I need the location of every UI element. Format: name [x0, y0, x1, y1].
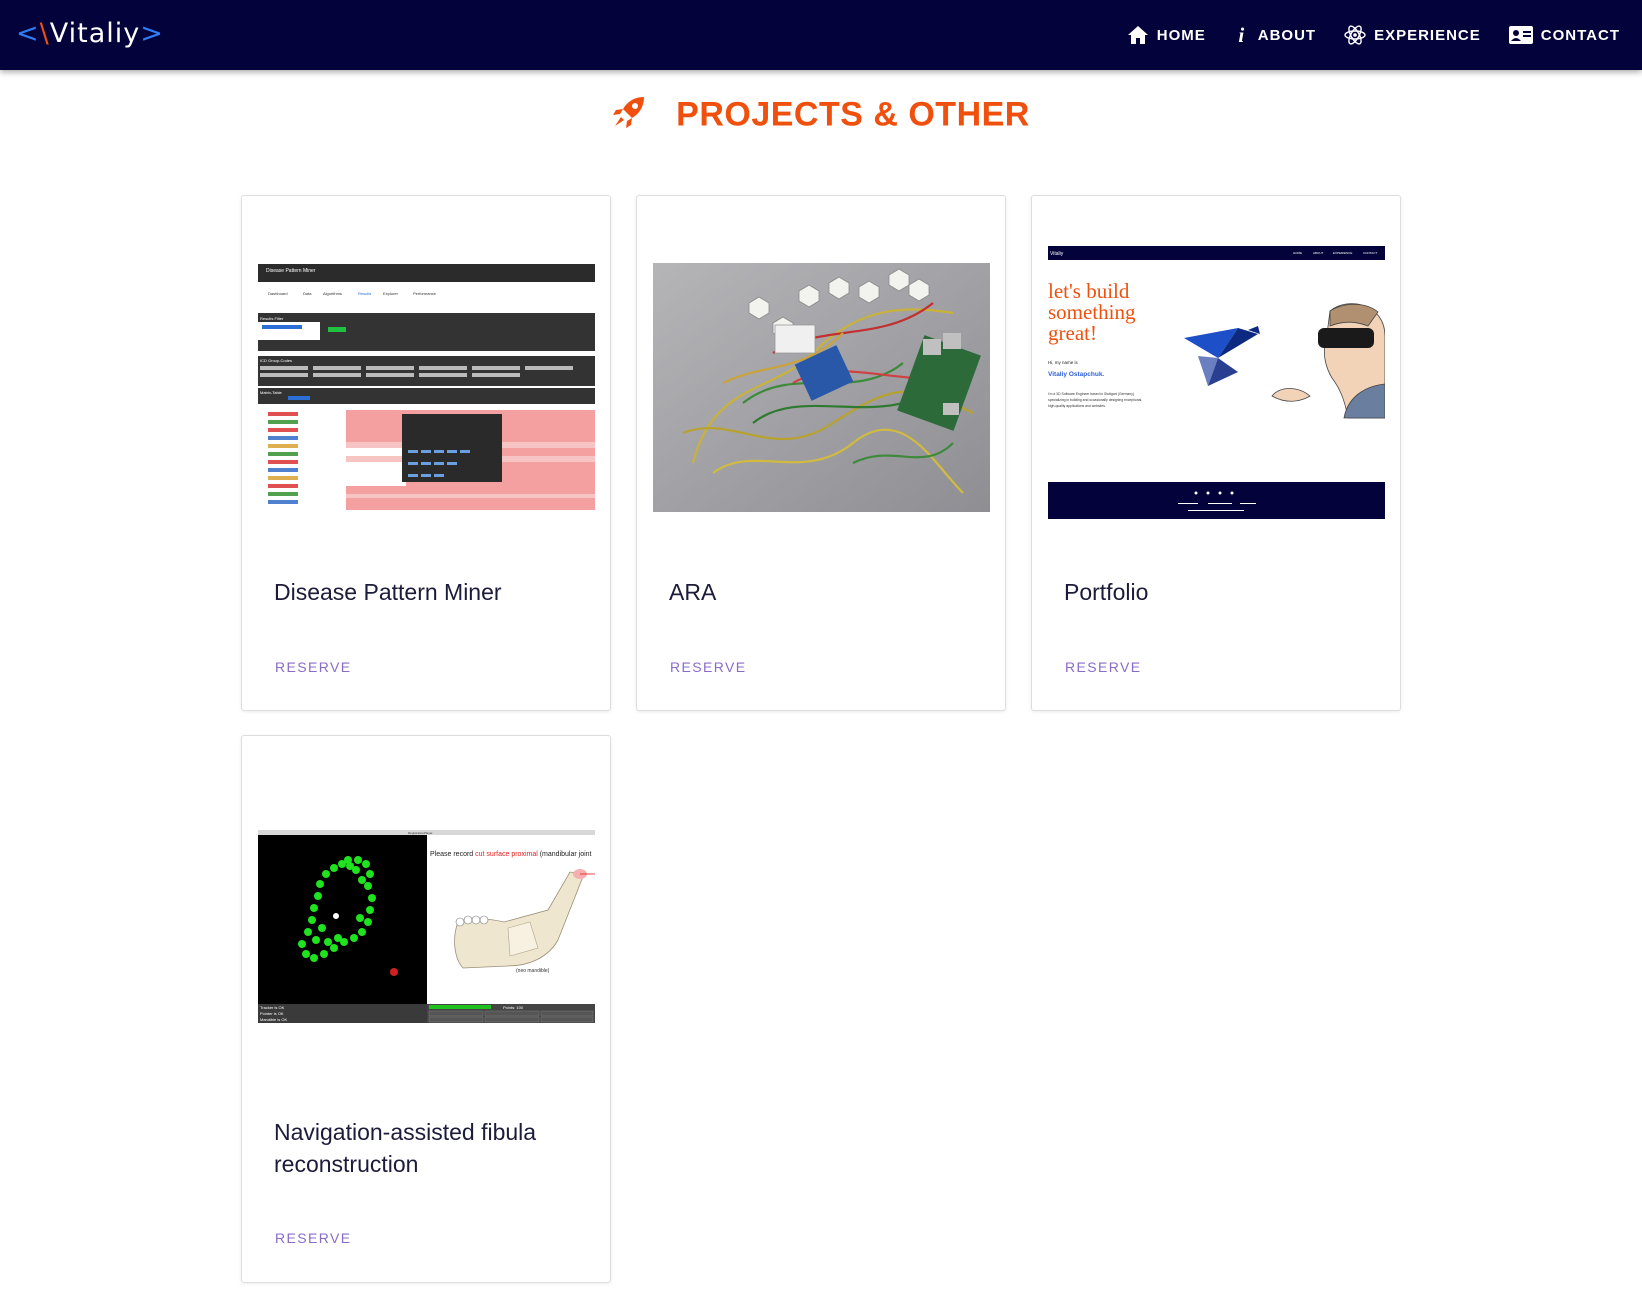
rocket-icon: [613, 97, 645, 129]
nav-experience[interactable]: EXPERIENCE: [1344, 24, 1481, 46]
thumb-instruction: Please record cut surface proximal (mand…: [430, 851, 592, 858]
nav-experience-label: EXPERIENCE: [1374, 26, 1481, 44]
project-thumbnail[interactable]: Vitaliy HOME ABOUT EXPERIENCE CONTACT le…: [1048, 246, 1385, 530]
project-title: Portfolio: [1064, 579, 1149, 605]
section-heading: PROJECTS & OTHER: [0, 94, 1642, 135]
nav-contact-label: CONTACT: [1540, 26, 1620, 44]
dashboard-screenshot: Disease Pattern Miner Dashboard Data Alg…: [258, 264, 595, 510]
thumb-nav: EXPERIENCE: [1333, 251, 1352, 255]
project-thumbnail[interactable]: [653, 263, 990, 512]
thumb-caption: (neo mandible): [516, 968, 550, 974]
top-navbar: <\Vitaliy> HOME i ABOUT EXPERIENCE CONTA…: [0, 0, 1642, 70]
nav-home-label: HOME: [1156, 26, 1206, 44]
thumb-headline: great!: [1048, 321, 1097, 345]
page-title: PROJECTS & OTHER: [676, 95, 1030, 134]
thumb-name: Vitaliy Ostapchuk.: [1048, 371, 1104, 378]
thumb-nav: HOME: [1293, 251, 1302, 255]
navigation-software-screenshot: RegistrationPlayer Please record cut sur…: [258, 830, 595, 1023]
brand-slash: \: [39, 18, 50, 49]
nav-about[interactable]: i ABOUT: [1234, 23, 1316, 48]
brand-name: Vitaliy: [49, 18, 141, 49]
thumb-section-label: Results Filter: [260, 316, 284, 321]
project-title: Navigation-assisted fibula reconstructio…: [274, 1119, 537, 1177]
reserve-button[interactable]: RESERVE: [670, 659, 746, 675]
project-card-ara: ARA RESERVE: [636, 195, 1006, 711]
project-card-fibula-reconstruction: RegistrationPlayer Please record cut sur…: [241, 735, 611, 1283]
thumb-tab: Explorer: [383, 291, 399, 296]
thumb-greeting: Hi, my name is: [1048, 360, 1079, 365]
main-nav: HOME i ABOUT EXPERIENCE CONTACT: [1127, 0, 1620, 70]
vr-person-illustration: [1271, 303, 1385, 419]
origami-bird-icon: [1184, 326, 1260, 386]
project-card-disease-pattern-miner: Disease Pattern Miner Dashboard Data Alg…: [241, 195, 611, 711]
thumb-status: Pointer is OK: [260, 1011, 284, 1016]
project-title: Disease Pattern Miner: [274, 579, 502, 605]
info-icon: i: [1238, 22, 1246, 47]
thumb-section-label: ICD Group-Codes: [260, 358, 292, 363]
brand-logo[interactable]: <\Vitaliy>: [16, 18, 164, 49]
nav-contact[interactable]: CONTACT: [1508, 26, 1620, 44]
project-thumbnail[interactable]: Disease Pattern Miner Dashboard Data Alg…: [258, 264, 595, 510]
thumb-tab: Algorithms: [323, 291, 342, 296]
thumb-nav: CONTACT: [1363, 251, 1377, 255]
nav-home[interactable]: HOME: [1127, 25, 1206, 45]
thumb-tab: Performance: [413, 291, 437, 296]
thumb-bio: high-quality applications and websites.: [1048, 404, 1106, 408]
thumb-tab: Data: [303, 291, 312, 296]
thumb-nav: ABOUT: [1313, 251, 1324, 255]
hardware-photo: [653, 263, 990, 512]
project-card-portfolio: Vitaliy HOME ABOUT EXPERIENCE CONTACT le…: [1031, 195, 1401, 711]
thumb-tab: Dashboard: [268, 291, 288, 296]
thumb-bio: I'm a 3D Software Engineer based in Stut…: [1048, 392, 1134, 396]
atom-icon: [1344, 25, 1366, 45]
thumb-section-label: Matrix-Table: [260, 390, 283, 395]
thumb-status: Tracker is OK: [260, 1005, 285, 1010]
home-icon: [1127, 26, 1148, 44]
thumb-status: Mandible is OK: [260, 1017, 287, 1022]
thumb-app-title: Disease Pattern Miner: [266, 268, 316, 274]
thumb-bio: specializing in building and occasionall…: [1048, 398, 1142, 402]
brand-bracket-close: >: [140, 18, 164, 49]
nav-about-label: ABOUT: [1257, 26, 1317, 44]
reserve-button[interactable]: RESERVE: [275, 1230, 351, 1246]
portfolio-screenshot: Vitaliy HOME ABOUT EXPERIENCE CONTACT le…: [1048, 246, 1385, 519]
thumb-tab: Results: [358, 291, 371, 296]
contact-card-icon: [1508, 26, 1533, 44]
project-thumbnail[interactable]: RegistrationPlayer Please record cut sur…: [258, 830, 595, 1023]
project-title: ARA: [669, 579, 717, 605]
thumb-readout: Points: 100: [503, 1005, 524, 1010]
reserve-button[interactable]: RESERVE: [275, 659, 351, 675]
thumb-window-title: RegistrationPlayer: [408, 831, 433, 835]
brand-bracket-open: <: [16, 18, 40, 49]
reserve-button[interactable]: RESERVE: [1065, 659, 1141, 675]
thumb-brand: Vitaliy: [1050, 251, 1064, 257]
